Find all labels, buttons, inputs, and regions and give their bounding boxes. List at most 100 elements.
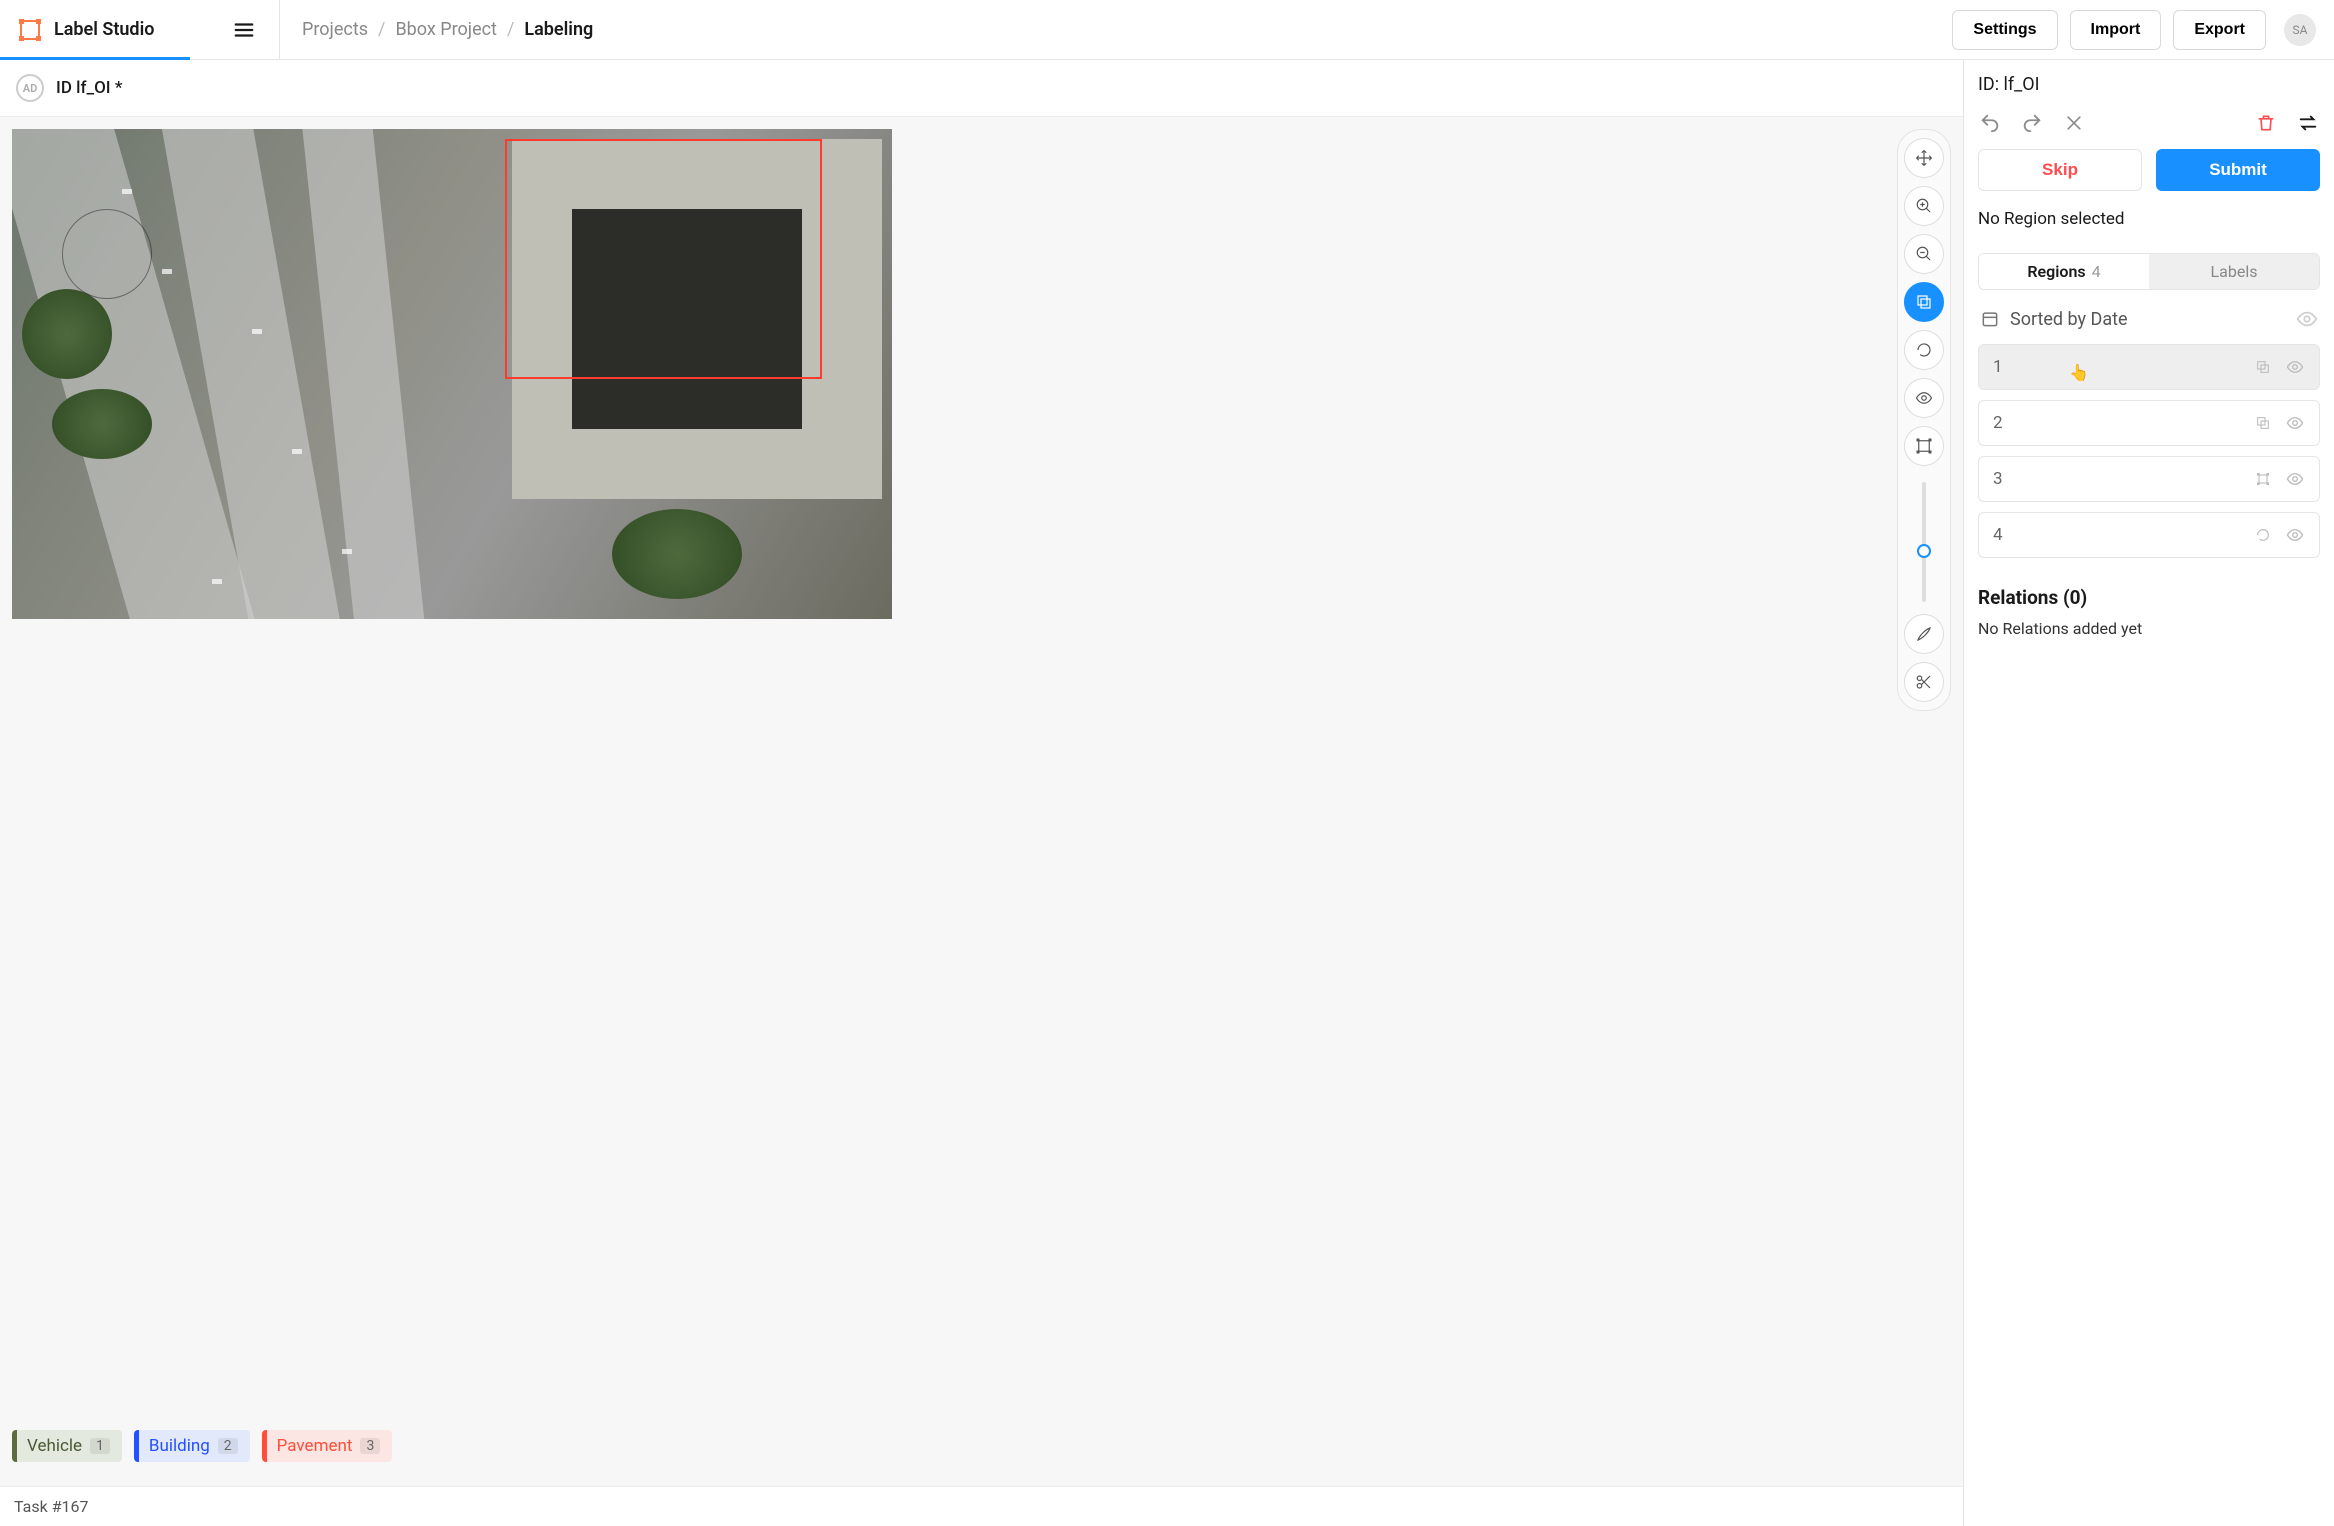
label-hotkey: 3 [360,1438,380,1454]
region-type-icon [2253,469,2273,489]
breadcrumb-sep: / [378,19,385,40]
image-canvas[interactable] [12,129,892,619]
topbar: Label Studio Projects / Bbox Project / L… [0,0,2334,60]
relations-empty: No Relations added yet [1978,619,2320,638]
region-visibility-toggle[interactable] [2285,469,2305,489]
label-hotkey: 1 [90,1438,110,1454]
right-panel: ID: lf_OI Skip Submit No Region selected… [1964,60,2334,1526]
visibility-tool[interactable] [1904,378,1944,418]
breadcrumb-project[interactable]: Bbox Project [395,19,497,40]
no-region-text: No Region selected [1978,209,2320,229]
region-item-2[interactable]: 2 [1978,400,2320,446]
eye-icon [2286,358,2304,376]
region-num: 1 [1993,357,2241,377]
bbox-icon [2255,471,2271,487]
submit-button[interactable]: Submit [2156,149,2320,191]
sort-label: Sorted by Date [2010,309,2128,330]
skip-button[interactable]: Skip [1978,149,2142,191]
breadcrumb: Projects / Bbox Project / Labeling [280,19,1952,40]
breadcrumb-current: Labeling [524,19,593,40]
label-pavement[interactable]: Pavement 3 [262,1430,393,1462]
breadcrumb-sep: / [507,19,514,40]
undo-icon [1979,112,2001,134]
eye-icon [2286,470,2304,488]
redo-icon [2021,112,2043,134]
region-num: 2 [1993,413,2241,433]
label-name: Vehicle [27,1436,82,1456]
region-visibility-toggle[interactable] [2285,357,2305,377]
task-id: ID lf_OI * [56,78,122,98]
move-icon [1915,149,1933,167]
brand-name: Label Studio [54,19,154,40]
brand-logo-icon [18,18,42,42]
region-visibility-toggle[interactable] [2285,525,2305,545]
swap-icon [2297,112,2319,134]
tab-label: Regions [2027,262,2085,281]
move-tool[interactable] [1904,138,1944,178]
task-number: Task #167 [14,1497,89,1516]
eye-icon[interactable] [2296,308,2318,330]
annotator-badge: AD [16,74,44,102]
sort-row[interactable]: Sorted by Date [1978,302,2320,344]
region-item-1[interactable]: 1 👆 [1978,344,2320,390]
region-visibility-toggle[interactable] [2285,413,2305,433]
eye-icon [1915,389,1933,407]
delete-button[interactable] [2254,111,2278,135]
region-num: 3 [1993,469,2241,489]
settings-button[interactable]: Settings [1952,10,2057,50]
hamburger-icon [233,19,255,41]
spinner-icon [2255,527,2271,543]
zoom-out-icon [1915,245,1933,263]
scissors-tool[interactable] [1904,662,1944,702]
tab-labels[interactable]: Labels [2149,254,2319,289]
label-name: Pavement [277,1436,353,1456]
copy-icon [1915,293,1933,311]
eye-icon [2286,526,2304,544]
zoom-in-icon [1915,197,1933,215]
region-type-icon [2253,413,2273,433]
undo-button[interactable] [1978,111,2002,135]
task-header: AD ID lf_OI * [0,60,1963,117]
relations-button[interactable] [2296,111,2320,135]
region-list: 1 👆 2 3 4 [1978,344,2320,558]
menu-button[interactable] [227,13,261,47]
aerial-image [12,129,892,619]
rotate-tool[interactable] [1904,330,1944,370]
canvas-area [0,117,1963,1416]
region-item-3[interactable]: 3 [1978,456,2320,502]
brush-icon [1915,625,1933,643]
region-type-icon [2253,357,2273,377]
relations-heading: Relations (0) [1978,586,2320,609]
reset-button[interactable] [2062,111,2086,135]
zoom-out-tool[interactable] [1904,234,1944,274]
panel-tabs: Regions 4 Labels [1978,253,2320,290]
close-icon [2064,113,2084,133]
brush-tool[interactable] [1904,614,1944,654]
label-vehicle[interactable]: Vehicle 1 [12,1430,122,1462]
zoom-thumb[interactable] [1917,544,1931,558]
bbox-icon [1915,437,1933,455]
user-avatar[interactable]: SA [2284,14,2316,46]
rotate-icon [1915,341,1933,359]
tab-regions[interactable]: Regions 4 [1979,254,2149,289]
eye-icon [2286,414,2304,432]
tool-rail [1897,129,1951,711]
label-building[interactable]: Building 2 [134,1430,250,1462]
label-name: Building [149,1436,210,1456]
panel-history-toolbar [1978,111,2320,135]
zoom-in-tool[interactable] [1904,186,1944,226]
breadcrumb-projects[interactable]: Projects [302,19,368,40]
workspace: AD ID lf_OI * [0,60,1964,1526]
zoom-slider[interactable] [1922,482,1926,602]
copy-tool[interactable] [1904,282,1944,322]
import-button[interactable]: Import [2070,10,2162,50]
brand-block: Label Studio [0,0,280,59]
export-button[interactable]: Export [2173,10,2266,50]
region-type-icon [2253,525,2273,545]
label-hotkey: 2 [218,1438,238,1454]
tab-count: 4 [2092,262,2101,281]
tab-label: Labels [2211,262,2258,281]
region-item-4[interactable]: 4 [1978,512,2320,558]
bbox-tool[interactable] [1904,426,1944,466]
redo-button[interactable] [2020,111,2044,135]
